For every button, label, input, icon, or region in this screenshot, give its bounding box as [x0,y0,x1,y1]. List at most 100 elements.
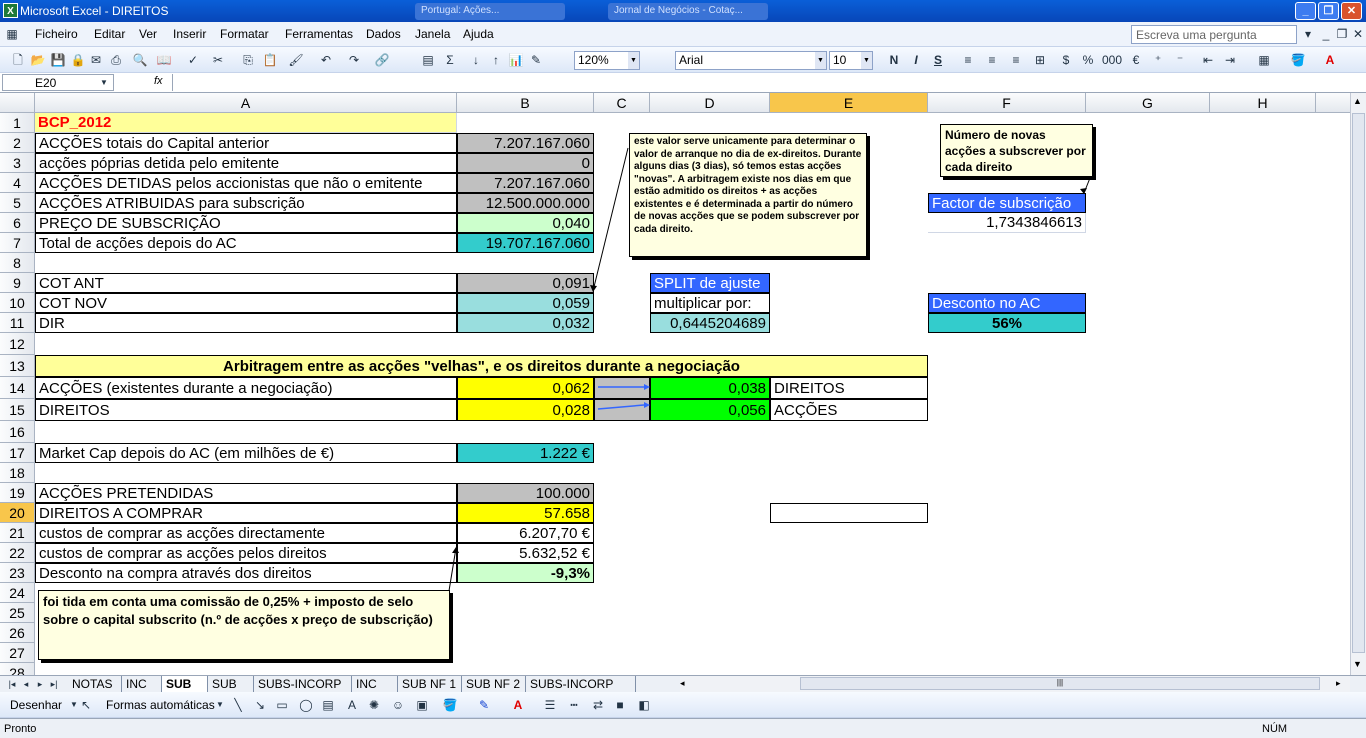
autoshapes-menu[interactable]: Formas automáticas [106,698,215,712]
sheet-tab-notas[interactable]: NOTAS [68,676,122,692]
textbox-icon[interactable]: ▤ [320,697,336,713]
diagram-icon[interactable]: ✺ [366,697,382,713]
arrow-style-icon[interactable]: ⇄ [590,697,606,713]
print-preview-icon[interactable]: 🔍 [132,52,148,68]
menu-ajuda[interactable]: Ajuda [463,27,494,41]
copy-icon[interactable]: ⎘ [240,52,256,68]
comment-factor[interactable]: Número de novas acções a subscrever por … [940,124,1093,177]
sheet-tab-inc-nf[interactable]: INC NF [352,676,398,705]
menu-ferramentas[interactable]: Ferramentas [285,27,353,41]
maximize-icon[interactable]: ❐ [1318,2,1339,20]
fx-icon[interactable]: fx [154,75,163,87]
scroll-left-icon[interactable]: ◂ [680,678,685,689]
menu-editar[interactable]: Editar [94,27,125,41]
merge-center-icon[interactable]: ⊞ [1032,52,1048,68]
font-color-icon[interactable]: A [510,697,526,713]
sheet-tab-sub-nf-1[interactable]: SUB NF 1 [398,676,462,692]
underline-icon[interactable]: S [930,52,946,68]
menu-ficheiro[interactable]: Ficheiro [35,27,78,41]
formula-input[interactable] [172,74,1362,91]
scroll-right-icon[interactable]: ▸ [1336,678,1341,689]
font-size-select[interactable]: 10 ▼ [829,51,873,70]
last-sheet-icon[interactable]: ▸| [46,676,62,692]
italic-icon[interactable]: I [908,52,924,68]
comment-comissao[interactable]: foi tida em conta uma comissão de 0,25% … [38,590,450,660]
align-right-icon[interactable]: ≡ [1008,52,1024,68]
hscroll-thumb[interactable]: ||| [800,677,1320,690]
euro-icon[interactable]: € [1128,52,1144,68]
rectangle-icon[interactable]: ▭ [274,697,290,713]
bold-icon[interactable]: N [886,52,902,68]
vertical-scrollbar[interactable]: ▲ ▼ [1350,93,1366,675]
save-icon[interactable]: 💾 [50,52,66,68]
sort-asc-icon[interactable]: ↓ [468,52,484,68]
decrease-indent-icon[interactable]: ⇤ [1200,52,1216,68]
doc-close-icon[interactable]: ✕ [1350,26,1366,42]
redo-icon[interactable]: ↷ [346,52,362,68]
thousands-icon[interactable]: 000 [1102,52,1122,68]
arrow-icon[interactable]: ↘ [252,697,268,713]
sheet-tab-subs-incorp-f[interactable]: SUBS-INCORP F [254,676,352,705]
taskbar-tab-1[interactable]: Portugal: Ações... [415,3,565,20]
shadow-icon[interactable]: ■ [612,697,628,713]
email-icon[interactable]: ✉ [88,52,104,68]
select-objects-icon[interactable]: ↖ [78,697,94,713]
menu-inserir[interactable]: Inserir [173,27,206,41]
sort-desc-icon[interactable]: ↑ [488,52,504,68]
menu-formatar[interactable]: Formatar [220,27,269,41]
ask-question-input[interactable]: Escreva uma pergunta [1131,25,1297,44]
sheet-tab-sub-f1[interactable]: SUB F1 [162,676,208,705]
line-color-icon[interactable]: ✎ [476,697,492,713]
format-painter-icon[interactable]: 🖌 [288,52,304,68]
chart-wizard-icon[interactable]: ▤ [420,52,436,68]
taskbar-tab-2[interactable]: Jornal de Negócios - Cotaç... [608,3,768,20]
sheet-tab-sub-nf-2[interactable]: SUB NF 2 [462,676,526,692]
fill-color-icon[interactable]: 🪣 [442,697,458,713]
sheet-tab-sub-f2[interactable]: SUB F2 [208,676,254,705]
close-icon[interactable]: ✕ [1341,2,1362,20]
chevron-down-icon[interactable]: ▼ [212,697,228,713]
chevron-down-icon[interactable]: ▾ [1300,26,1316,42]
autosum-icon[interactable]: Σ [442,52,458,68]
decrease-decimal-icon[interactable]: ⁻ [1172,52,1188,68]
scroll-up-icon[interactable]: ▲ [1353,96,1362,106]
minimize-icon[interactable]: _ [1295,2,1316,20]
increase-indent-icon[interactable]: ⇥ [1222,52,1238,68]
fill-color-icon[interactable]: 🪣 [1290,52,1306,68]
percent-icon[interactable]: % [1080,52,1096,68]
cut-icon[interactable]: ✂ [210,52,226,68]
sheet-tab-subs-incorp-nf[interactable]: SUBS-INCORP NF [526,676,636,705]
horizontal-scrollbar[interactable]: ◂ ||| ▸ [680,676,1350,692]
font-select[interactable]: Arial ▼ [675,51,827,70]
zoom-select[interactable]: 120% ▼ [574,51,640,70]
comment-arranque[interactable]: este valor serve unicamente para determi… [629,133,867,257]
permission-icon[interactable]: 🔒 [70,52,86,68]
align-center-icon[interactable]: ≡ [984,52,1000,68]
borders-icon[interactable]: ▦ [1256,52,1272,68]
menu-ver[interactable]: Ver [139,27,157,41]
research-icon[interactable]: 📖 [156,52,172,68]
align-left-icon[interactable]: ≡ [960,52,976,68]
sheet-tab-inc-f[interactable]: INC F [122,676,162,705]
font-color-icon[interactable]: A [1322,52,1338,68]
doc-minimize-icon[interactable]: _ [1318,26,1334,42]
wordart-icon[interactable]: A [344,697,360,713]
hyperlink-icon[interactable]: 🔗 [374,52,390,68]
scroll-down-icon[interactable]: ▼ [1353,659,1362,669]
undo-icon[interactable]: ↶ [318,52,334,68]
currency-icon[interactable]: $ [1058,52,1074,68]
menu-janela[interactable]: Janela [415,27,450,41]
print-icon[interactable]: ⎙ [108,52,124,68]
scroll-thumb[interactable] [1352,113,1365,653]
picture-icon[interactable]: ▣ [414,697,430,713]
workbook-icon[interactable]: ▦ [4,26,20,42]
clipart-icon[interactable]: ☺ [390,697,406,713]
line-style-icon[interactable]: ☰ [542,697,558,713]
spelling-icon[interactable]: ✓ [185,52,201,68]
dash-style-icon[interactable]: ┅ [566,697,582,713]
desenhar-menu[interactable]: Desenhar [10,698,62,712]
paste-icon[interactable]: 📋 [262,52,278,68]
drawing-icon[interactable]: ✎ [528,52,544,68]
increase-decimal-icon[interactable]: ⁺ [1150,52,1166,68]
new-icon[interactable]: 🗋 [10,52,26,68]
